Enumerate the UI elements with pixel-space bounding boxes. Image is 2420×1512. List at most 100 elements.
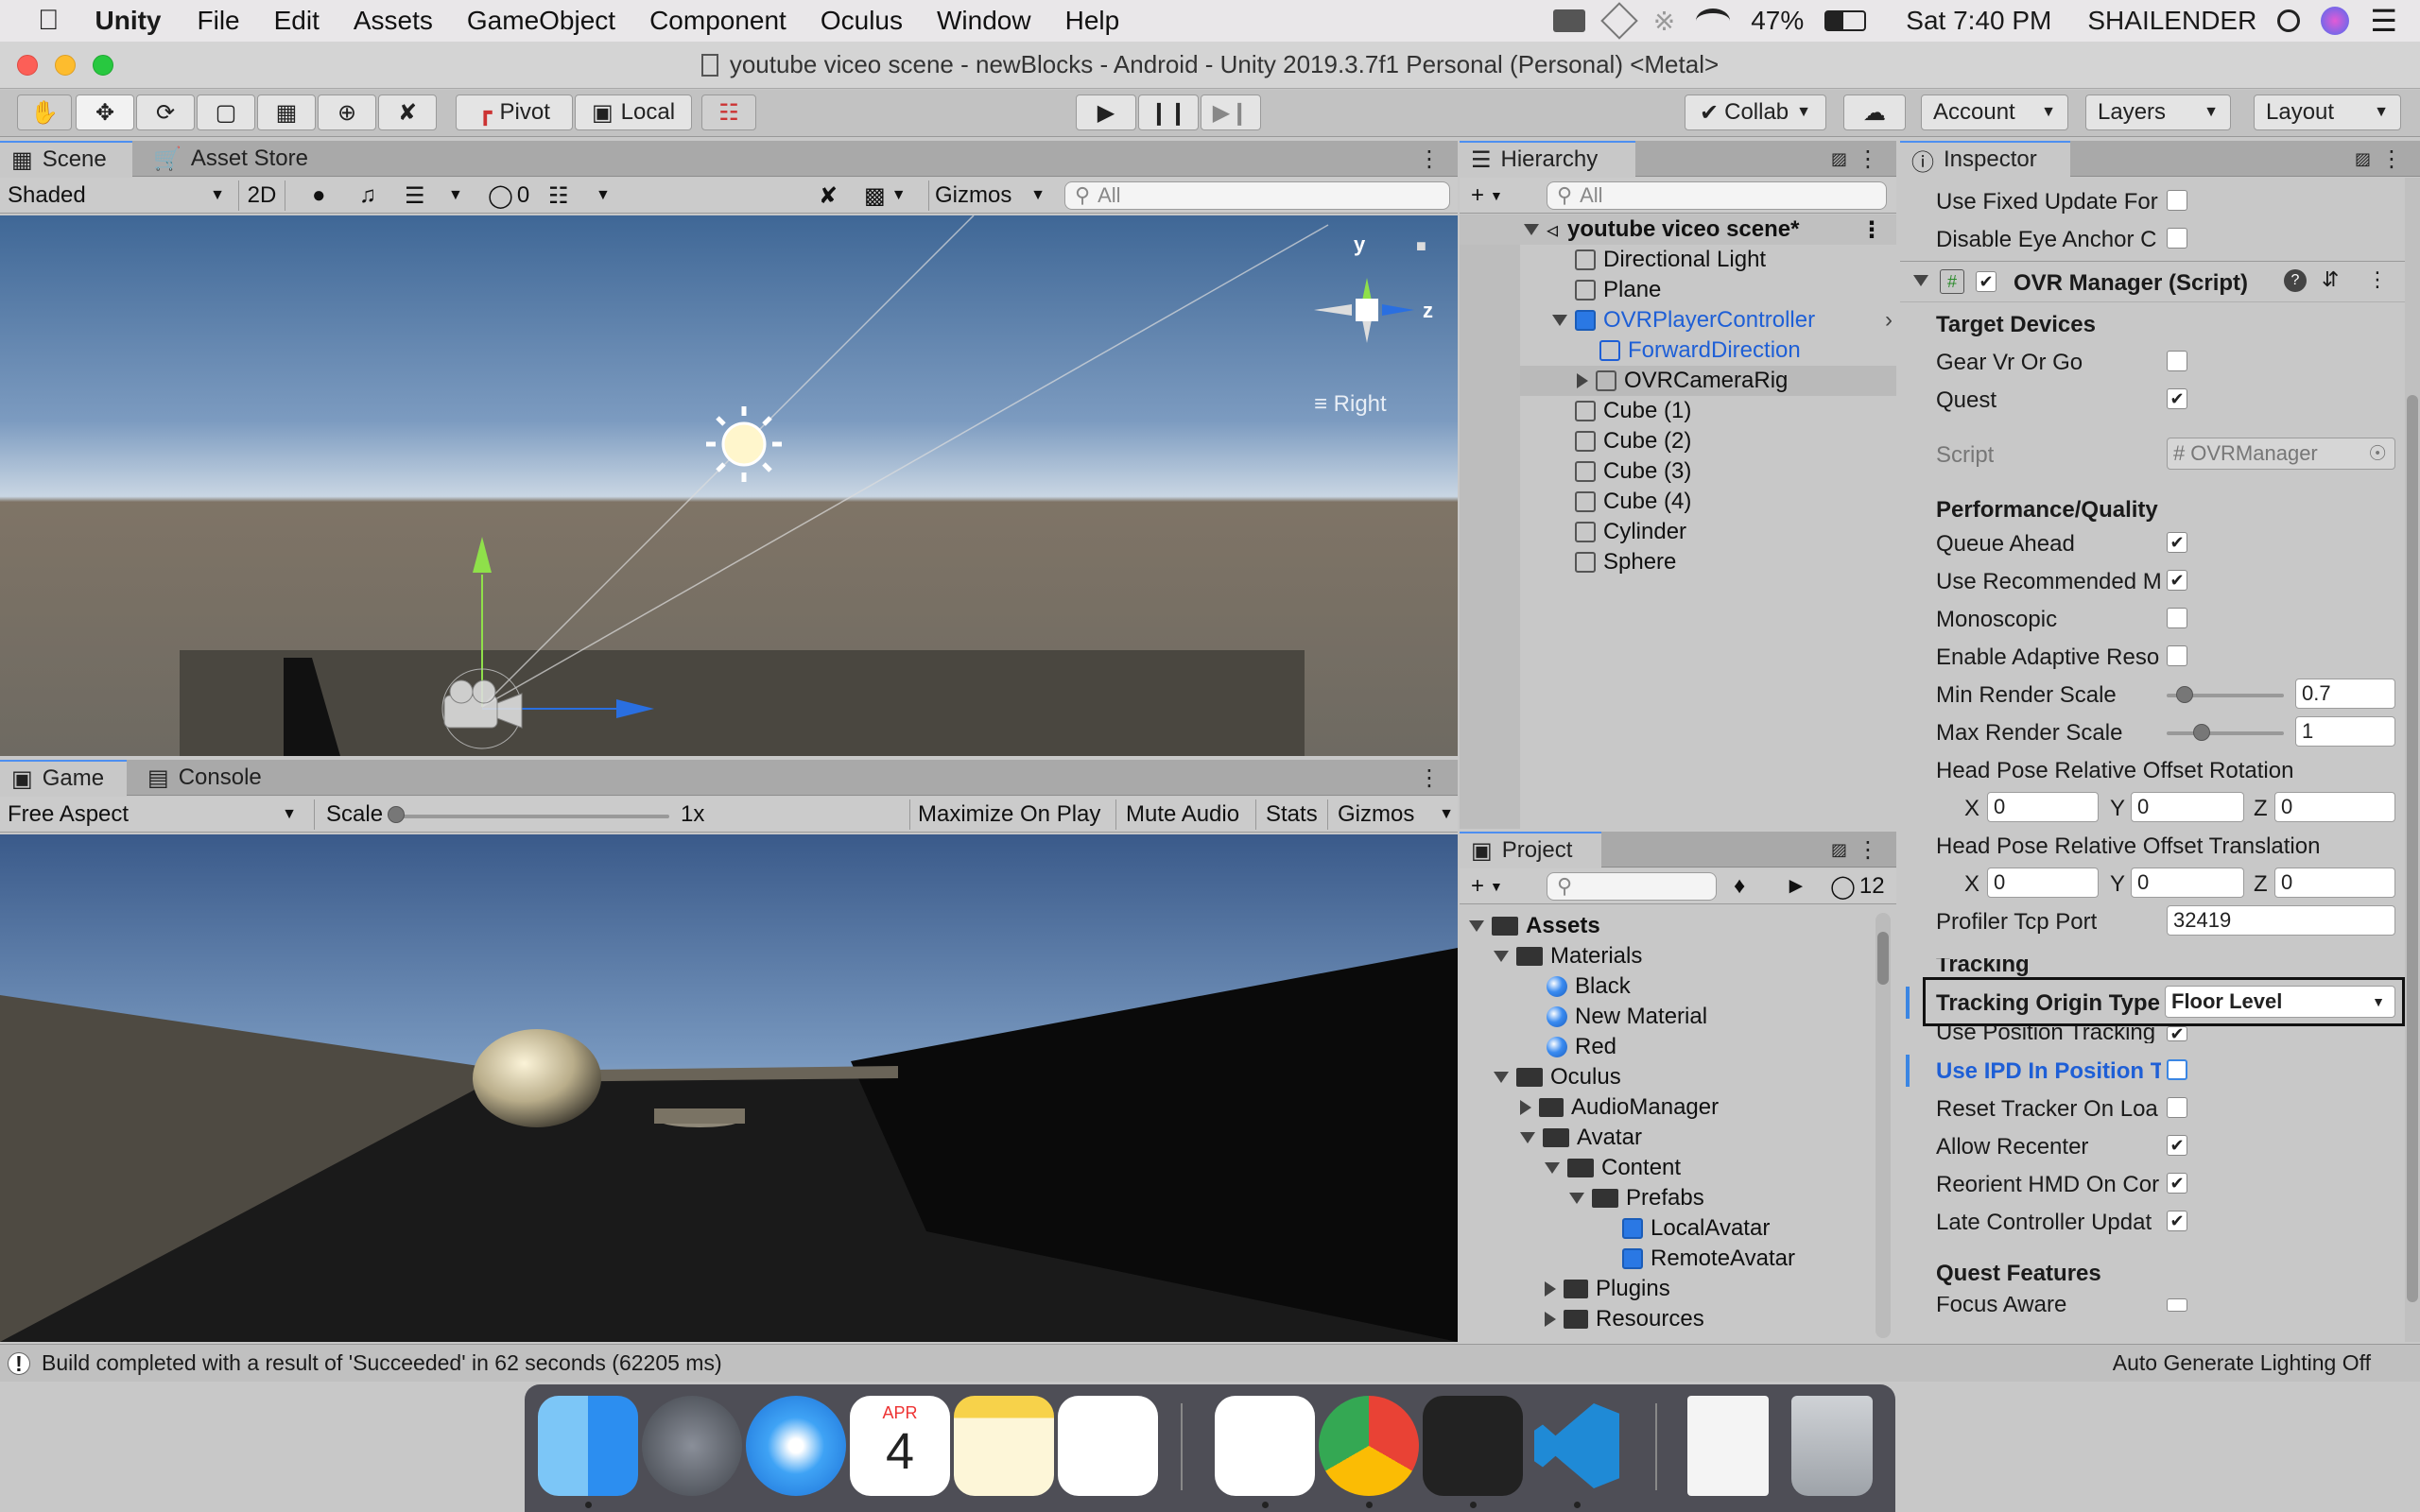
gizmo-view-label[interactable]: ≡ Right xyxy=(1314,391,1387,418)
hierarchy-item[interactable]: Directional Light xyxy=(1575,245,1766,275)
window-maximize-button[interactable] xyxy=(93,55,113,76)
hierarchy-item[interactable]: Cube (4) xyxy=(1575,487,1691,517)
mode-2d-button[interactable]: 2D xyxy=(238,180,285,211)
collapse-arrow-icon[interactable] xyxy=(1545,1312,1556,1327)
project-folder-avatar[interactable]: Avatar xyxy=(1520,1123,1642,1153)
custom-tool-button[interactable]: ✘ xyxy=(378,94,437,130)
pivot-toggle-button[interactable]: ┏ Pivot xyxy=(456,94,573,130)
hierarchy-item[interactable]: Cube (3) xyxy=(1575,456,1691,487)
calendar-icon[interactable]: APR 4 xyxy=(850,1396,950,1496)
project-folder-audiomanager[interactable]: AudioManager xyxy=(1520,1092,1719,1123)
hierarchy-item[interactable]: Plane xyxy=(1575,275,1661,305)
presets-icon[interactable]: ⇵ xyxy=(2322,267,2339,292)
use-fixed-update-checkbox[interactable] xyxy=(2167,190,2187,211)
use-ipd-checkbox[interactable] xyxy=(2167,1059,2187,1080)
menu-gameobject[interactable]: GameObject xyxy=(450,6,632,36)
tracking-origin-dropdown[interactable]: Floor Level ▼ xyxy=(2165,986,2395,1018)
trans-z-input[interactable]: 0 xyxy=(2274,868,2395,898)
project-folder-assets[interactable]: Assets xyxy=(1469,911,1600,941)
project-panel-menu[interactable]: ⋮ xyxy=(1845,832,1891,868)
unity-hub-icon[interactable] xyxy=(1215,1396,1315,1496)
project-material-black[interactable]: Black xyxy=(1547,971,1631,1002)
apple-icon[interactable]:  xyxy=(0,5,77,37)
effects-dropdown-icon[interactable]: ▼ xyxy=(448,180,463,211)
expand-arrow-icon[interactable] xyxy=(1524,224,1539,235)
unity-editor-icon[interactable] xyxy=(1423,1396,1523,1496)
lighting-toggle-icon[interactable]: ● xyxy=(312,180,326,211)
hierarchy-item[interactable]: OVRPlayerController › xyxy=(1552,305,1893,335)
tab-game[interactable]: ▣ Game xyxy=(0,760,127,796)
max-render-slider[interactable] xyxy=(2167,731,2284,735)
max-render-input[interactable]: 1 xyxy=(2295,716,2395,747)
hand-tool-button[interactable]: ✋ xyxy=(17,94,72,130)
scene-row-menu-icon[interactable]: ⋮ xyxy=(1860,216,1883,244)
project-hidden-toggle[interactable]: ◯ 12 xyxy=(1830,871,1885,902)
search-by-type-icon[interactable]: ♦ xyxy=(1734,871,1745,902)
collab-dropdown[interactable]: ✔ Collab ▼ xyxy=(1685,94,1826,130)
tab-project[interactable]: ▣ Project xyxy=(1460,832,1601,868)
hierarchy-panel-menu[interactable]: ⋮ xyxy=(1845,141,1891,177)
transform-tool-button[interactable]: ⊕ xyxy=(318,94,376,130)
hierarchy-item[interactable]: Sphere xyxy=(1575,547,1676,577)
menu-help[interactable]: Help xyxy=(1048,6,1137,36)
window-minimize-button[interactable] xyxy=(55,55,76,76)
rotate-tool-button[interactable]: ⟳ xyxy=(136,94,195,130)
chrome-icon[interactable] xyxy=(1319,1396,1419,1496)
lighting-status[interactable]: Auto Generate Lighting Off xyxy=(2113,1350,2371,1376)
project-material-red[interactable]: Red xyxy=(1547,1032,1616,1062)
menubar-clock[interactable]: Sat 7:40 PM xyxy=(1906,6,2051,36)
notification-center-icon[interactable]: ☰ xyxy=(2370,3,2397,39)
chevron-right-icon[interactable]: › xyxy=(1885,307,1893,334)
reminders-icon[interactable] xyxy=(1058,1396,1158,1496)
game-scale-slider-knob[interactable] xyxy=(388,806,405,823)
menubar-user[interactable]: SHAILENDER xyxy=(2087,6,2256,36)
notes-icon[interactable] xyxy=(954,1396,1054,1496)
tab-inspector[interactable]: ⓘ Inspector xyxy=(1900,141,2070,177)
project-create-button[interactable]: + ▼ xyxy=(1471,871,1503,902)
hierarchy-item-selected[interactable]: OVRCameraRig xyxy=(1520,366,1896,396)
object-picker-icon[interactable]: ☉ xyxy=(2368,441,2387,466)
focus-aware-checkbox[interactable] xyxy=(2167,1298,2187,1312)
bluetooth-icon[interactable]: ※ xyxy=(1653,6,1675,37)
expand-arrow-icon[interactable] xyxy=(1494,951,1509,962)
hierarchy-scene-row[interactable]: ◃ youtube viceo scene* ⋮ xyxy=(1460,215,1896,245)
queue-ahead-checkbox[interactable]: ✔ xyxy=(2167,532,2187,553)
hierarchy-item[interactable]: Cylinder xyxy=(1575,517,1686,547)
late-controller-checkbox[interactable]: ✔ xyxy=(2167,1211,2187,1231)
component-header[interactable]: # ✔ OVR Manager (Script) ? ⇵ ⋮ xyxy=(1900,261,2405,302)
expand-arrow-icon[interactable] xyxy=(1520,1132,1535,1143)
game-gizmos-dropdown[interactable]: Gizmos ▼ xyxy=(1327,799,1454,830)
hierarchy-item[interactable]: Cube (2) xyxy=(1575,426,1691,456)
monoscopic-checkbox[interactable] xyxy=(2167,608,2187,628)
documents-stack-icon[interactable] xyxy=(1687,1396,1769,1496)
menu-app-name[interactable]: Unity xyxy=(77,6,181,36)
project-scrollbar-thumb[interactable] xyxy=(1877,932,1889,985)
component-enabled-checkbox[interactable]: ✔ xyxy=(1976,271,1996,292)
rot-x-input[interactable]: 0 xyxy=(1987,792,2099,822)
hierarchy-create-button[interactable]: + ▼ xyxy=(1471,180,1503,211)
menu-component[interactable]: Component xyxy=(632,6,804,36)
project-folder-prefabs[interactable]: Prefabs xyxy=(1569,1183,1704,1213)
profiler-port-input[interactable]: 32419 xyxy=(2167,905,2395,936)
tab-scene[interactable]: ▦ Scene xyxy=(0,141,132,177)
game-scale-slider[interactable] xyxy=(391,815,669,818)
trans-y-input[interactable]: 0 xyxy=(2131,868,2244,898)
hierarchy-item[interactable]: ForwardDirection xyxy=(1599,335,1801,366)
rect-tool-button[interactable]: ▦ xyxy=(257,94,316,130)
gear-vr-checkbox[interactable] xyxy=(2167,351,2187,371)
siri-icon[interactable] xyxy=(2321,7,2350,35)
tab-asset-store[interactable]: 🛒 Asset Store xyxy=(142,141,320,177)
hidden-objects-toggle[interactable]: ◯ 0 xyxy=(488,180,529,211)
inspector-panel-menu[interactable]: ⋮ xyxy=(2369,141,2414,177)
stats-button[interactable]: Stats xyxy=(1255,799,1318,830)
scene-search-input[interactable]: ⚲ All xyxy=(1064,181,1450,210)
game-viewport[interactable] xyxy=(0,834,1458,1342)
screen-share-icon[interactable] xyxy=(1552,9,1585,32)
project-folder-oculus[interactable]: Oculus xyxy=(1494,1062,1621,1092)
orientation-gizmo[interactable] xyxy=(1314,278,1414,343)
search-by-label-icon[interactable]: ► xyxy=(1785,871,1807,902)
play-button[interactable]: ▶ xyxy=(1076,94,1136,130)
battery-icon[interactable] xyxy=(1824,10,1867,31)
move-tool-button[interactable]: ✥ xyxy=(76,94,134,130)
hierarchy-item[interactable]: Cube (1) xyxy=(1575,396,1691,426)
